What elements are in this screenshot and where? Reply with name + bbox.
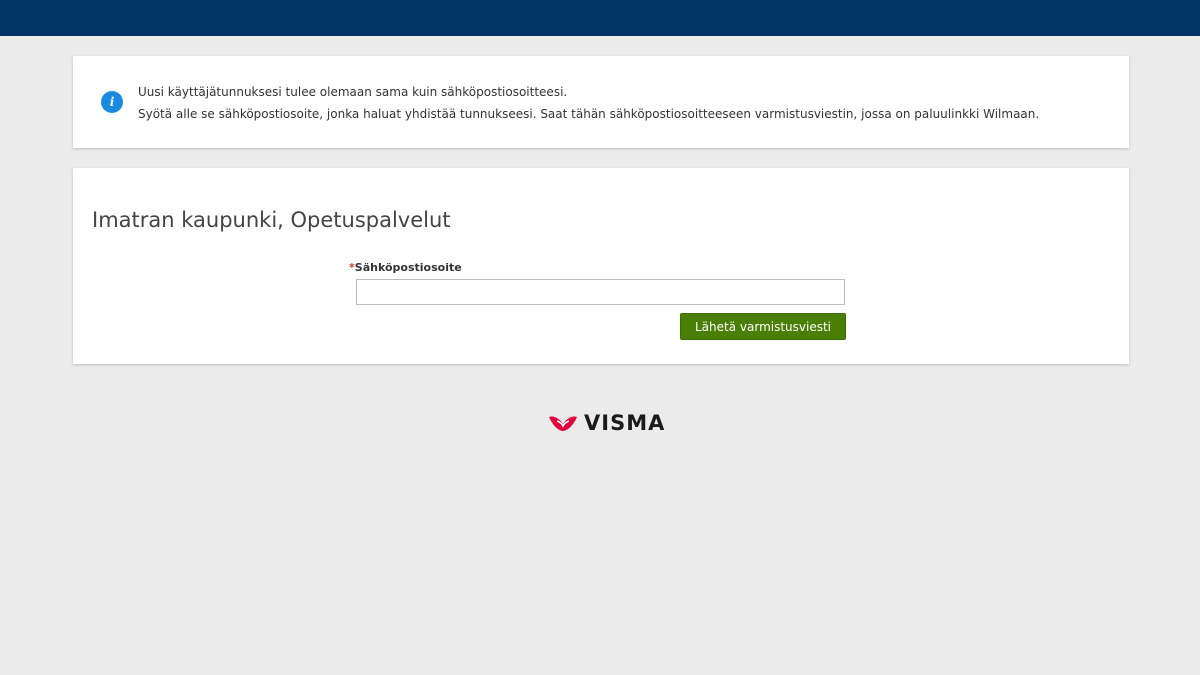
info-line-2: Syötä alle se sähköpostiosoite, jonka ha… [138, 107, 1040, 121]
email-input[interactable] [356, 279, 845, 305]
visma-logo: VISMA [548, 410, 665, 436]
organization-title: Imatran kaupunki, Opetuspalvelut [92, 208, 451, 232]
info-icon: i [101, 91, 123, 113]
top-header-bar [0, 0, 1200, 36]
visma-logo-mark-icon [549, 416, 577, 431]
visma-logo-text: VISMA [584, 411, 666, 435]
email-label: *Sähköpostiosoite [349, 261, 462, 274]
info-message: Uusi käyttäjätunnuksesi tulee olemaan sa… [138, 81, 1039, 125]
send-verification-button[interactable]: Lähetä varmistusviesti [680, 313, 846, 340]
info-panel: i Uusi käyttäjätunnuksesi tulee olemaan … [73, 56, 1129, 148]
info-line-1: Uusi käyttäjätunnuksesi tulee olemaan sa… [138, 85, 568, 99]
email-label-text: Sähköpostiosoite [354, 261, 462, 274]
email-form-panel: Imatran kaupunki, Opetuspalvelut *Sähköp… [73, 168, 1129, 364]
